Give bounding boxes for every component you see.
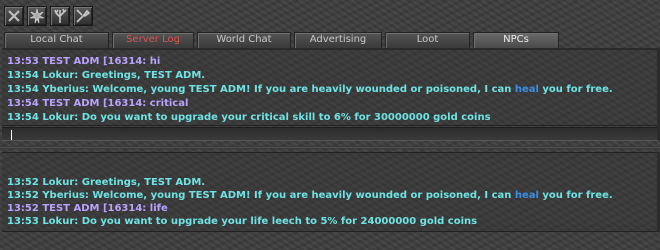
chat-text: 13:53 TEST ADM [16314: hi (7, 56, 161, 67)
chat-text: 13:54 TEST ADM [16314: critical (7, 98, 189, 109)
heal-keyword-link[interactable]: heal (515, 190, 539, 201)
burst-icon[interactable] (27, 6, 47, 26)
chat-line: 13:54 TEST ADM [16314: critical (7, 98, 188, 110)
tab-server-log[interactable]: Server Log (112, 32, 194, 48)
tab-advertising[interactable]: Advertising (294, 32, 382, 48)
chat-line: 13:54 Lokur: Greetings, TEST ADM. (7, 70, 205, 82)
chat-text: you for free. (538, 190, 613, 201)
toolbar (4, 6, 93, 26)
chat-text: 13:53 Lokur: Do you want to upgrade your… (7, 216, 478, 227)
chat-window: Local Chat Server Log World Chat Adverti… (0, 0, 660, 250)
chat-log-bottom[interactable]: 13:52 Lokur: Greetings, TEST ADM. 13:52 … (2, 152, 658, 232)
chat-log-top[interactable]: 13:53 TEST ADM [16314: hi 13:54 Lokur: G… (2, 48, 658, 126)
chat-tabs: Local Chat Server Log World Chat Adverti… (4, 32, 656, 48)
chat-text: 13:52 TEST ADM [16314: life (7, 203, 168, 214)
chat-text: 13:52 Lokur: Greetings, TEST ADM. (7, 177, 206, 188)
chat-text: 13:54 Yberius: Welcome, young TEST ADM! … (7, 84, 515, 95)
text-caret (11, 130, 12, 140)
tab-loot[interactable]: Loot (385, 32, 470, 48)
chat-line: 13:52 Lokur: Greetings, TEST ADM. (7, 177, 205, 189)
chat-line: 13:52 TEST ADM [16314: life (7, 203, 168, 215)
tree-icon[interactable] (50, 6, 70, 26)
tools-icon[interactable] (73, 6, 93, 26)
close-icon[interactable] (4, 6, 24, 26)
tab-npcs[interactable]: NPCs (473, 32, 559, 48)
panel-divider[interactable] (0, 146, 660, 149)
chat-line: 13:52 Yberius: Welcome, young TEST ADM! … (7, 190, 613, 202)
chat-input[interactable] (2, 127, 658, 141)
chat-line: 13:53 Lokur: Do you want to upgrade your… (7, 216, 477, 228)
chat-line: 13:53 TEST ADM [16314: hi (7, 56, 160, 68)
chat-line: 13:54 Lokur: Do you want to upgrade your… (7, 112, 491, 124)
heal-keyword-link[interactable]: heal (515, 84, 539, 95)
chat-text: 13:54 Lokur: Greetings, TEST ADM. (7, 70, 206, 81)
chat-text: 13:52 Yberius: Welcome, young TEST ADM! … (7, 190, 515, 201)
chat-line: 13:54 Yberius: Welcome, young TEST ADM! … (7, 84, 613, 96)
tab-world-chat[interactable]: World Chat (197, 32, 291, 48)
chat-text: you for free. (538, 84, 613, 95)
tab-local-chat[interactable]: Local Chat (4, 32, 109, 48)
chat-text: 13:54 Lokur: Do you want to upgrade your… (7, 112, 491, 123)
